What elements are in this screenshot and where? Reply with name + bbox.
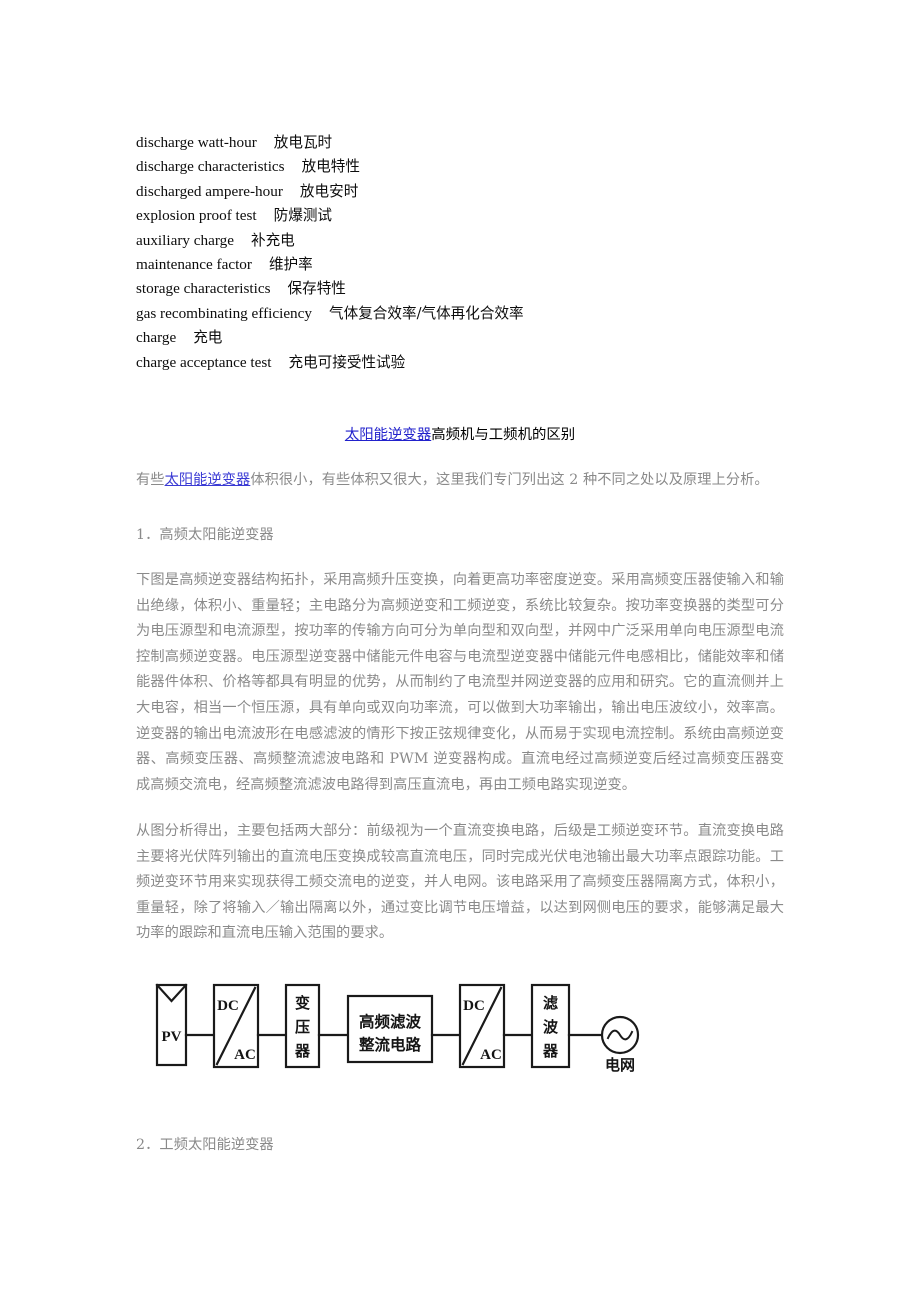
document-page: discharge watt-hour 放电瓦时 discharge charac…: [0, 0, 920, 1302]
inverter2-ac-label: AC: [480, 1047, 502, 1063]
glossary-row: discharge watt-hour 放电瓦时: [136, 131, 836, 155]
glossary-row: explosion proof test 防爆测试: [136, 204, 836, 228]
filter-label-char-3: 器: [542, 1042, 559, 1060]
glossary-term: storage characteristics: [136, 280, 271, 298]
glossary-translation: 充电可接受性试验: [288, 353, 406, 371]
glossary-row: gas recombinating efficiency 气体复合效率/气体再化合…: [136, 302, 836, 326]
inverter1-dc-label: DC: [217, 998, 239, 1014]
body-paragraph-1: 下图是高频逆变器结构拓扑，采用高频升压变换，向着更高功率密度逆变。采用高频变压器…: [136, 572, 784, 793]
inverter2-dc-label: DC: [463, 998, 485, 1014]
glossary-translation: 保存特性: [287, 280, 346, 298]
intro-suffix: 体积很小，有些体积又很大，这里我们专门列出这 2 种不同之处以及原理上分析。: [250, 472, 769, 488]
glossary-translation: 补充电: [250, 231, 295, 249]
glossary-list: discharge watt-hour 放电瓦时 discharge charac…: [136, 131, 836, 375]
glossary-term: discharge watt-hour: [136, 134, 257, 151]
glossary-term: discharged ampere-hour: [136, 182, 283, 200]
glossary-row: discharged ampere-hour 放电安时: [136, 180, 836, 204]
article-title: 太阳能逆变器高频机与工频机的区别: [136, 425, 784, 445]
glossary-term: auxiliary charge: [136, 231, 234, 249]
glossary-row: storage characteristics 保存特性: [136, 277, 836, 301]
rectifier-label-line-2: 整流电路: [358, 1035, 422, 1054]
pv-block-label: PV: [162, 1029, 182, 1045]
inverter-block-diagram: PV DC AC 变 压 器 高频滤波 整流电路 DC AC 滤 波 器 电网: [140, 955, 680, 1095]
glossary-translation: 放电瓦时: [273, 134, 333, 151]
glossary-translation: 充电: [193, 329, 223, 347]
glossary-term: gas recombinating efficiency: [136, 304, 312, 322]
glossary-translation: 气体复合效率/气体再化合效率: [329, 304, 524, 322]
intro-paragraph: 有些太阳能逆变器体积很小，有些体积又很大，这里我们专门列出这 2 种不同之处以及…: [136, 468, 784, 494]
inverter1-ac-label: AC: [234, 1047, 256, 1063]
pv-block: [155, 983, 188, 1067]
glossary-term: discharge characteristics: [136, 158, 285, 176]
filter-label-char-1: 滤: [543, 994, 558, 1012]
section-2-heading: 2．工频太阳能逆变器: [136, 1137, 274, 1153]
glossary-row: charge acceptance test 充电可接受性试验: [136, 351, 836, 375]
rectifier-label-line-1: 高频滤波: [359, 1012, 422, 1031]
transformer-label-char-1: 变: [295, 994, 310, 1012]
glossary-row: maintenance factor 维护率: [136, 253, 836, 277]
glossary-translation: 放电安时: [299, 182, 359, 200]
filter-label-char-2: 波: [543, 1018, 559, 1036]
intro-prefix: 有些: [136, 472, 165, 488]
section-1-heading: 1．高频太阳能逆变器: [136, 527, 274, 543]
article-title-link[interactable]: 太阳能逆变器: [345, 427, 431, 443]
transformer-label-char-2: 压: [295, 1018, 310, 1036]
glossary-term: charge: [136, 329, 177, 347]
glossary-translation: 维护率: [268, 256, 313, 274]
article-title-rest: 高频机与工频机的区别: [431, 427, 576, 443]
glossary-term: maintenance factor: [136, 256, 252, 274]
intro-inline-link[interactable]: 太阳能逆变器: [165, 472, 251, 488]
glossary-term: explosion proof test: [136, 207, 257, 225]
glossary-row: discharge characteristics 放电特性: [136, 155, 836, 179]
body-paragraph-2: 从图分析得出，主要包括两大部分：前级视为一个直流变换电路，后级是工频逆变环节。直…: [136, 823, 784, 942]
grid-label: 电网: [605, 1056, 635, 1074]
glossary-row: auxiliary charge 补充电: [136, 229, 836, 253]
glossary-term: charge acceptance test: [136, 353, 272, 371]
glossary-row: charge 充电: [136, 326, 836, 350]
glossary-translation: 放电特性: [301, 158, 360, 176]
transformer-label-char-3: 器: [294, 1042, 311, 1060]
grid-ac-source-icon: [600, 1015, 640, 1055]
glossary-translation: 防爆测试: [273, 207, 333, 225]
